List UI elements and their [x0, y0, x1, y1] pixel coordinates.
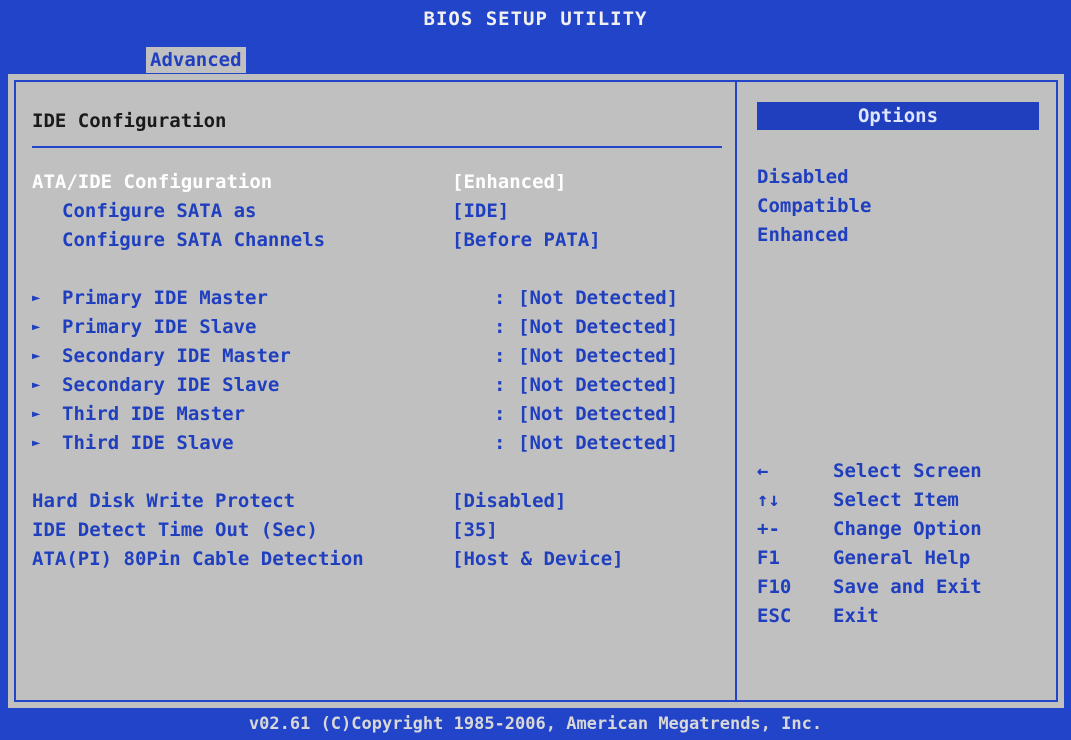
setting-label: Configure SATA as [62, 200, 257, 222]
help-desc: General Help [833, 547, 971, 569]
help-select-item: ↑↓ Select Item [757, 486, 1047, 514]
main-frame: IDE Configuration ATA/IDE Configuration … [8, 74, 1064, 708]
setting-value[interactable]: [IDE] [452, 198, 509, 224]
submenu-arrow-icon: ► [32, 435, 41, 451]
option-item-enhanced[interactable]: Enhanced [757, 222, 849, 248]
help-exit: ESC Exit [757, 602, 1047, 630]
title-bar: BIOS SETUP UTILITY [0, 0, 1071, 38]
tab-advanced[interactable]: Advanced [146, 47, 246, 73]
submenu-separator: : [494, 316, 506, 338]
setting-value[interactable]: [Host & Device] [452, 546, 624, 572]
help-desc: Save and Exit [833, 576, 982, 598]
setting-value[interactable]: [Disabled] [452, 488, 566, 514]
setting-label: ATA(PI) 80Pin Cable Detection [32, 548, 364, 570]
help-general-help: F1 General Help [757, 544, 1047, 572]
setting-label: IDE Detect Time Out (Sec) [32, 519, 318, 541]
help-desc: Change Option [833, 518, 982, 540]
submenu-secondary-ide-slave[interactable]: ► Secondary IDE Slave : [Not Detected] [16, 372, 735, 398]
arrow-up-down-icon: ↑↓ [757, 489, 780, 511]
section-divider [32, 146, 722, 148]
submenu-separator: : [494, 403, 506, 425]
submenu-third-ide-slave[interactable]: ► Third IDE Slave : [Not Detected] [16, 430, 735, 456]
submenu-label: Secondary IDE Master [62, 345, 291, 367]
setting-label: ATA/IDE Configuration [32, 171, 273, 193]
tab-row: Advanced [0, 38, 1071, 74]
submenu-label: Primary IDE Master [62, 287, 268, 309]
setting-cable-detection[interactable]: ATA(PI) 80Pin Cable Detection [Host & De… [16, 546, 735, 572]
submenu-value: [Not Detected] [518, 403, 679, 425]
settings-panel: IDE Configuration ATA/IDE Configuration … [16, 82, 737, 700]
main-frame-inner: IDE Configuration ATA/IDE Configuration … [14, 80, 1058, 702]
submenu-separator: : [494, 345, 506, 367]
submenu-separator: : [494, 374, 506, 396]
submenu-value: [Not Detected] [518, 374, 679, 396]
help-select-screen: ← Select Screen [757, 457, 1047, 485]
help-key: F10 [757, 576, 792, 598]
submenu-primary-ide-master[interactable]: ► Primary IDE Master : [Not Detected] [16, 285, 735, 311]
submenu-value: [Not Detected] [518, 345, 679, 367]
help-save-exit: F10 Save and Exit [757, 573, 1047, 601]
app-title: BIOS SETUP UTILITY [423, 8, 648, 30]
submenu-arrow-icon: ► [32, 377, 41, 393]
submenu-label: Primary IDE Slave [62, 316, 257, 338]
submenu-value: [Not Detected] [518, 316, 679, 338]
setting-label: Hard Disk Write Protect [32, 490, 296, 512]
submenu-third-ide-master[interactable]: ► Third IDE Master : [Not Detected] [16, 401, 735, 427]
setting-configure-sata-channels[interactable]: Configure SATA Channels [Before PATA] [16, 227, 735, 253]
submenu-secondary-ide-master[interactable]: ► Secondary IDE Master : [Not Detected] [16, 343, 735, 369]
options-header: Options [757, 102, 1039, 130]
help-desc: Exit [833, 605, 879, 627]
submenu-separator: : [494, 432, 506, 454]
plus-minus-icon: +- [757, 518, 780, 540]
setting-hard-disk-write-protect[interactable]: Hard Disk Write Protect [Disabled] [16, 488, 735, 514]
section-title: IDE Configuration [32, 110, 227, 132]
setting-ide-detect-timeout[interactable]: IDE Detect Time Out (Sec) [35] [16, 517, 735, 543]
setting-value[interactable]: [Before PATA] [452, 227, 601, 253]
submenu-arrow-icon: ► [32, 290, 41, 306]
setting-value[interactable]: [35] [452, 517, 498, 543]
help-desc: Select Item [833, 489, 959, 511]
help-key: F1 [757, 547, 780, 569]
submenu-value: [Not Detected] [518, 432, 679, 454]
help-key: ESC [757, 605, 792, 627]
submenu-arrow-icon: ► [32, 348, 41, 364]
bios-screen: BIOS SETUP UTILITY Advanced IDE Configur… [0, 0, 1071, 740]
submenu-primary-ide-slave[interactable]: ► Primary IDE Slave : [Not Detected] [16, 314, 735, 340]
setting-ata-ide-configuration[interactable]: ATA/IDE Configuration [Enhanced] [16, 169, 735, 195]
setting-value[interactable]: [Enhanced] [452, 169, 566, 195]
submenu-label: Secondary IDE Slave [62, 374, 280, 396]
submenu-value: [Not Detected] [518, 287, 679, 309]
copyright-footer: v02.61 (C)Copyright 1985-2006, American … [0, 708, 1071, 740]
option-item-disabled[interactable]: Disabled [757, 164, 849, 190]
submenu-separator: : [494, 287, 506, 309]
submenu-arrow-icon: ► [32, 406, 41, 422]
help-panel: Options Disabled Compatible Enhanced ← S… [737, 82, 1056, 700]
submenu-arrow-icon: ► [32, 319, 41, 335]
arrow-left-icon: ← [757, 460, 769, 482]
submenu-label: Third IDE Slave [62, 432, 234, 454]
setting-configure-sata-as[interactable]: Configure SATA as [IDE] [16, 198, 735, 224]
help-change-option: +- Change Option [757, 515, 1047, 543]
option-item-compatible[interactable]: Compatible [757, 193, 871, 219]
submenu-label: Third IDE Master [62, 403, 246, 425]
setting-label: Configure SATA Channels [62, 229, 326, 251]
help-desc: Select Screen [833, 460, 982, 482]
